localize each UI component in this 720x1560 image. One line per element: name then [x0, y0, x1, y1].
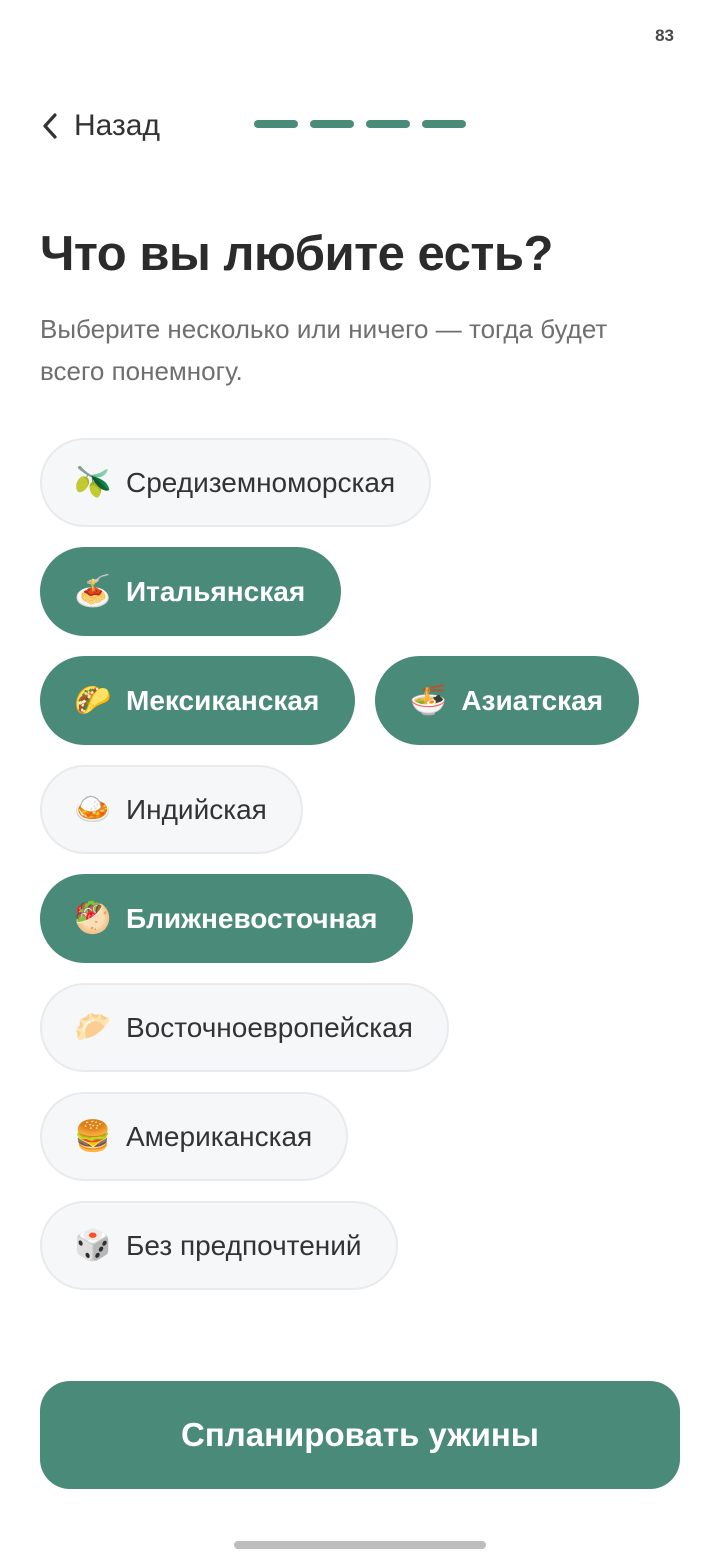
chip-label: Средиземноморская — [126, 466, 396, 498]
chip-row: 🎲 Без предпочтений — [40, 1201, 680, 1290]
burger-icon: 🍔 — [74, 1120, 112, 1153]
chip-row: 🌮 Мексиканская 🍜 Азиатская — [40, 656, 680, 745]
progress-step — [422, 120, 466, 128]
cuisine-chip-mexican[interactable]: 🌮 Мексиканская — [40, 656, 356, 745]
chip-row: 🥟 Восточноевропейская — [40, 983, 680, 1072]
chip-label: Без предпочтений — [126, 1229, 362, 1261]
plan-dinners-button[interactable]: Спланировать ужины — [40, 1381, 680, 1489]
curry-icon: 🍛 — [74, 793, 112, 826]
cuisine-options: 🫒 Средиземноморская 🍝 Итальянская 🌮 Мекс… — [40, 438, 680, 1310]
cuisine-chip-mediterranean[interactable]: 🫒 Средиземноморская — [40, 438, 432, 527]
dumpling-icon: 🥟 — [74, 1011, 112, 1044]
cuisine-chip-no-preference[interactable]: 🎲 Без предпочтений — [40, 1201, 398, 1290]
chip-label: Ближневосточная — [126, 902, 378, 934]
back-button[interactable]: Назад — [40, 104, 160, 148]
chip-label: Индийская — [126, 793, 267, 825]
chip-row: 🍛 Индийская — [40, 765, 680, 854]
home-indicator[interactable] — [234, 1541, 486, 1549]
cuisine-chip-american[interactable]: 🍔 Американская — [40, 1092, 349, 1181]
progress-step — [366, 120, 410, 128]
progress-step — [310, 120, 354, 128]
chip-label: Восточноевропейская — [126, 1011, 413, 1043]
spaghetti-icon: 🍝 — [74, 575, 112, 608]
chip-label: Американская — [126, 1120, 313, 1152]
progress-step — [254, 120, 298, 128]
page-subtitle: Выберите несколько или ничего — тогда бу… — [40, 314, 608, 386]
chip-row: 🍝 Итальянская — [40, 547, 680, 636]
cuisine-chip-indian[interactable]: 🍛 Индийская — [40, 765, 303, 854]
taco-icon: 🌮 — [74, 684, 112, 717]
chevron-left-icon — [40, 113, 66, 139]
back-label: Назад — [74, 109, 160, 142]
chip-label: Азиатская — [461, 684, 604, 716]
progress-indicator — [254, 120, 466, 128]
page-title: Что вы любите есть? — [40, 227, 553, 281]
flatbread-icon: 🥙 — [74, 902, 112, 935]
cuisine-chip-eastern-european[interactable]: 🥟 Восточноевропейская — [40, 983, 449, 1072]
cuisine-chip-middle-eastern[interactable]: 🥙 Ближневосточная — [40, 874, 414, 963]
chip-row: 🥙 Ближневосточная — [40, 874, 680, 963]
battery-level: 83 — [655, 26, 674, 45]
chip-row: 🫒 Средиземноморская — [40, 438, 680, 527]
cuisine-chip-asian[interactable]: 🍜 Азиатская — [375, 656, 640, 745]
cuisine-chip-italian[interactable]: 🍝 Итальянская — [40, 547, 342, 636]
chip-label: Итальянская — [126, 575, 306, 607]
chip-row: 🍔 Американская — [40, 1092, 680, 1181]
noodle-bowl-icon: 🍜 — [409, 684, 447, 717]
dice-icon: 🎲 — [74, 1229, 112, 1262]
olive-icon: 🫒 — [74, 466, 112, 499]
chip-label: Мексиканская — [126, 684, 320, 716]
